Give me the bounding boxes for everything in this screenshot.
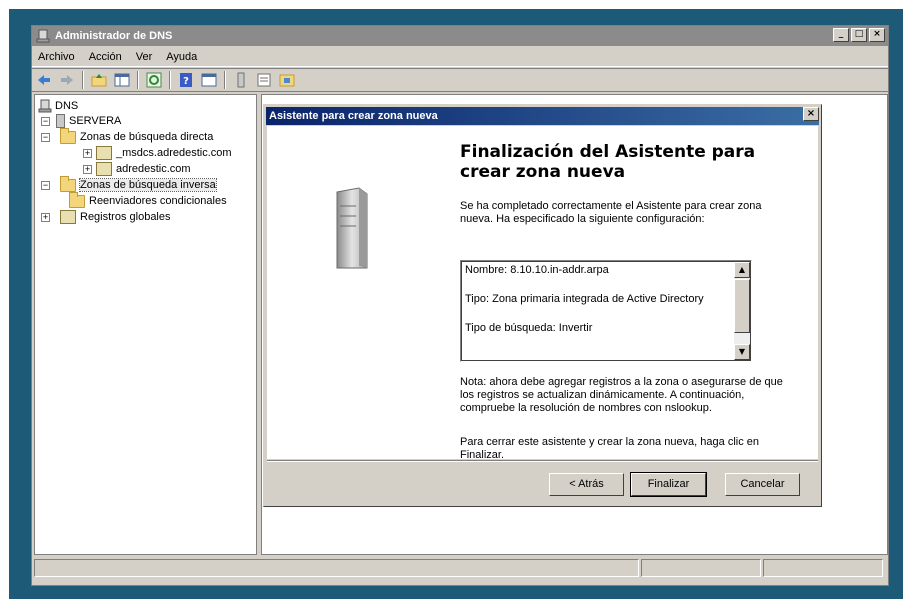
config-summary-box[interactable]: Nombre: 8.10.10.in-addr.arpa Tipo: Zona … (460, 260, 752, 362)
back-arrow-icon[interactable] (36, 72, 52, 88)
wizard-graphic-panel (267, 126, 447, 459)
close-window-button[interactable]: × (869, 28, 885, 42)
collapse-toggle[interactable]: − (41, 180, 50, 190)
tree-item-conditional-forwarders[interactable]: Reenviadores condicionales (69, 191, 227, 209)
tree-item-dns[interactable]: DNS (38, 98, 78, 114)
dialog-separator (267, 460, 818, 462)
wizard-close-instruction: Para cerrar este asistente y crear la zo… (460, 436, 759, 461)
tree-item-msdcs[interactable]: + _msdcs.adredestic.com (83, 145, 232, 161)
status-cell (641, 559, 761, 577)
back-button[interactable]: < Atrás (549, 473, 624, 496)
toolbar-separator (169, 71, 171, 89)
tree-item-forward-zones[interactable]: − Zonas de búsqueda directa (41, 127, 214, 145)
expand-toggle[interactable]: + (83, 148, 92, 158)
wizard-intro-text: Se ha completado correctamente el Asiste… (460, 200, 762, 225)
minimize-button[interactable]: _ (833, 28, 849, 42)
new-zone-wizard-dialog: Asistente para crear zona nueva × Finali… (263, 104, 822, 507)
menu-accion[interactable]: Acción (89, 51, 122, 63)
forward-arrow-icon[interactable] (59, 72, 75, 88)
tree-label: Reenviadores condicionales (89, 195, 227, 207)
window-controls: _ □ × (831, 28, 885, 42)
folder-icon (60, 175, 76, 192)
tree-item-adredestic[interactable]: + adredestic.com (83, 161, 191, 177)
svg-text:?: ? (183, 76, 189, 87)
dns-icon (38, 99, 52, 113)
zone-icon (96, 162, 112, 176)
finish-button[interactable]: Finalizar (630, 472, 707, 497)
menubar: Archivo Acción Ver Ayuda (32, 47, 888, 67)
window-title: Administrador de DNS (55, 30, 173, 42)
toolbar-separator (82, 71, 84, 89)
tree-label: Registros globales (80, 211, 171, 223)
show-tree-icon[interactable] (114, 72, 130, 88)
toolbar: ? (32, 68, 888, 92)
dialog-titlebar[interactable]: Asistente para crear zona nueva (266, 107, 819, 125)
tree-label: SERVERA (69, 115, 122, 127)
tree-label: adredestic.com (116, 163, 191, 175)
status-cell (34, 559, 639, 577)
status-cell (763, 559, 883, 577)
toolbar-separator (224, 71, 226, 89)
summary-tipo: Tipo: Zona primaria integrada de Active … (465, 293, 704, 305)
collapse-toggle[interactable]: − (41, 116, 50, 126)
menu-ayuda[interactable]: Ayuda (166, 51, 197, 63)
expand-toggle[interactable]: + (83, 164, 92, 174)
menu-ver[interactable]: Ver (136, 51, 153, 63)
config-summary-content: Nombre: 8.10.10.in-addr.arpa Tipo: Zona … (465, 264, 731, 335)
summary-nombre: Nombre: 8.10.10.in-addr.arpa (465, 264, 609, 276)
collapse-toggle[interactable]: − (41, 132, 50, 142)
summary-vertical-scrollbar[interactable]: ▲ ▼ (734, 262, 750, 360)
wizard-note-text: Nota: ahora debe agregar registros a la … (460, 376, 783, 414)
help-icon[interactable]: ? (178, 72, 194, 88)
scroll-thumb[interactable] (734, 279, 750, 333)
dialog-title: Asistente para crear zona nueva (269, 110, 438, 122)
scroll-up-arrow-icon[interactable]: ▲ (734, 262, 750, 278)
tree-item-servera[interactable]: − SERVERA (41, 113, 121, 129)
tree-label-selected: Zonas de búsqueda inversa (79, 178, 217, 192)
tree-label: Zonas de búsqueda directa (80, 131, 214, 143)
summary-busqueda: Tipo de búsqueda: Invertir (465, 322, 593, 334)
server-icon[interactable] (233, 72, 249, 88)
refresh-icon[interactable] (146, 72, 162, 88)
tree-label: _msdcs.adredestic.com (116, 147, 232, 159)
wizard-heading: Finalización del Asistente para crear zo… (460, 142, 756, 182)
tree-label: DNS (55, 100, 79, 112)
zone-icon (96, 146, 112, 160)
toolbar-separator (137, 71, 139, 89)
folder-icon (60, 127, 76, 144)
tree-item-global-records[interactable]: + Registros globales (41, 209, 171, 225)
expand-toggle[interactable]: + (41, 212, 50, 222)
folder-icon (69, 191, 85, 208)
window-titlebar[interactable]: Administrador de DNS _ □ × (32, 26, 888, 46)
up-folder-icon[interactable] (91, 72, 107, 88)
properties-icon[interactable] (201, 72, 217, 88)
tree-item-reverse-zones[interactable]: − Zonas de búsqueda inversa (41, 175, 217, 193)
cancel-button[interactable]: Cancelar (725, 473, 800, 496)
dns-app-icon (36, 29, 50, 43)
records-icon (60, 210, 76, 224)
dns-manager-window: Administrador de DNS _ □ × Archivo Acció… (31, 25, 889, 586)
dialog-close-button[interactable]: × (803, 107, 819, 121)
menu-archivo[interactable]: Archivo (38, 51, 75, 63)
tree-pane: DNS − SERVERA − Zonas de búsqueda direct… (34, 94, 257, 555)
maximize-button[interactable]: □ (851, 28, 867, 42)
scroll-down-arrow-icon[interactable]: ▼ (734, 344, 750, 360)
zone-icon[interactable] (279, 72, 295, 88)
list-icon[interactable] (256, 72, 272, 88)
server-icon (56, 114, 65, 128)
statusbar (34, 559, 886, 579)
server-tower-icon (336, 187, 368, 269)
dialog-body: Finalización del Asistente para crear zo… (267, 126, 818, 461)
